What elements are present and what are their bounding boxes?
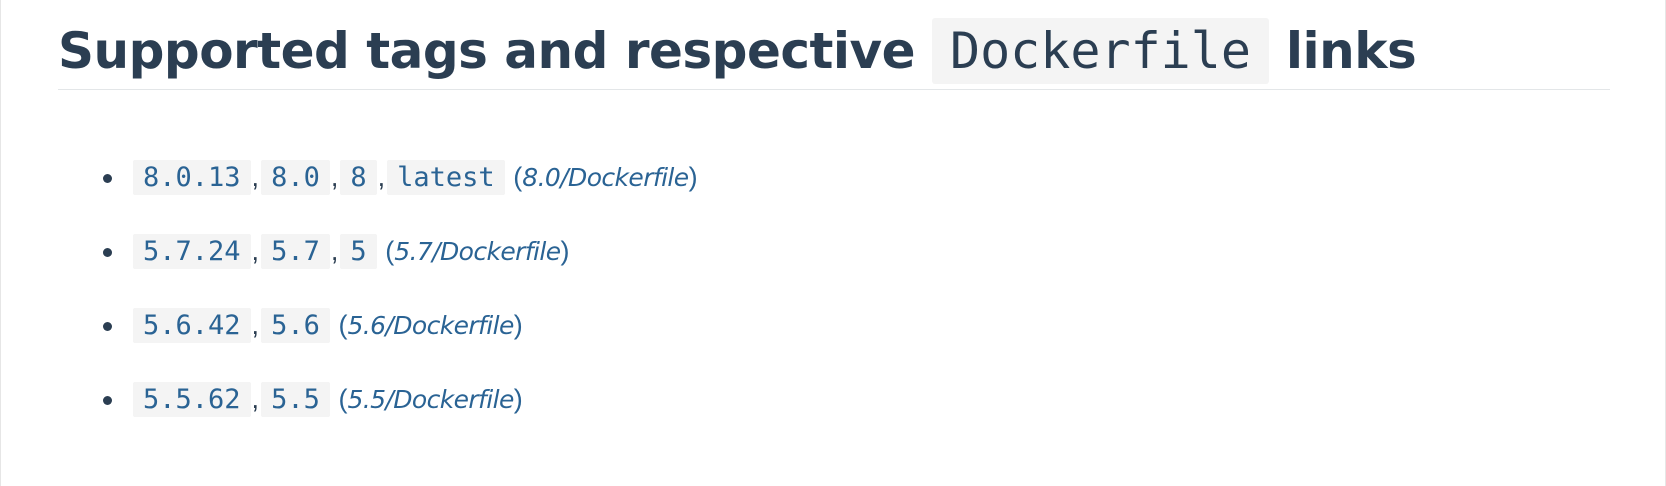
tag-code: 8.0 <box>261 160 330 195</box>
tag-separator: , <box>251 384 260 414</box>
tag-link[interactable]: 5.5.62 <box>133 382 251 417</box>
heading-code: Dockerfile <box>931 18 1269 84</box>
tag-code: 5.5.62 <box>133 382 251 417</box>
paren-open: ( <box>513 162 523 192</box>
heading-text-after: links <box>1269 22 1417 80</box>
page-frame: Supported tags and respective Dockerfile… <box>0 0 1666 486</box>
section-heading: Supported tags and respective Dockerfile… <box>58 0 1610 90</box>
tag-code: 5 <box>340 234 377 269</box>
tag-link[interactable]: 8.0.13 <box>133 160 251 195</box>
tag-separator: , <box>330 236 339 266</box>
heading-text-before: Supported tags and respective <box>58 22 932 80</box>
tag-link[interactable]: latest <box>387 160 505 195</box>
tag-separator: , <box>377 162 386 192</box>
tag-list-item: 5.7.24, 5.7, 5 (5.7/Dockerfile) <box>103 232 698 306</box>
tag-link[interactable]: 5 <box>340 234 377 269</box>
dockerfile-link[interactable]: 5.5/Dockerfile <box>347 385 514 414</box>
tag-code: 5.7.24 <box>133 234 251 269</box>
tag-link[interactable]: 8.0 <box>261 160 330 195</box>
paren-open: ( <box>385 236 395 266</box>
tag-link[interactable]: 5.6 <box>261 308 330 343</box>
bullet-icon <box>103 174 112 183</box>
dockerfile-link[interactable]: 5.7/Dockerfile <box>394 237 561 266</box>
dockerfile-link[interactable]: 5.6/Dockerfile <box>347 311 514 340</box>
tag-list-item: 8.0.13, 8.0, 8, latest (8.0/Dockerfile) <box>103 158 698 232</box>
tag-separator: , <box>251 236 260 266</box>
tag-link[interactable]: 5.7 <box>261 234 330 269</box>
tag-code: 5.6.42 <box>133 308 251 343</box>
paren-close: ) <box>513 384 523 414</box>
bullet-icon <box>103 322 112 331</box>
tag-list-item: 5.6.42, 5.6 (5.6/Dockerfile) <box>103 306 698 380</box>
paren-close: ) <box>688 162 698 192</box>
paren-close: ) <box>560 236 570 266</box>
tag-code: 5.7 <box>261 234 330 269</box>
tag-link[interactable]: 5.7.24 <box>133 234 251 269</box>
dockerfile-link[interactable]: 8.0/Dockerfile <box>522 163 689 192</box>
bullet-icon <box>103 248 112 257</box>
tag-code: latest <box>387 160 505 195</box>
tag-separator: , <box>251 162 260 192</box>
bullet-icon <box>103 396 112 405</box>
tag-code: 5.6 <box>261 308 330 343</box>
tag-link[interactable]: 8 <box>340 160 377 195</box>
content-area: Supported tags and respective Dockerfile… <box>58 0 1610 417</box>
tag-code: 5.5 <box>261 382 330 417</box>
tag-link[interactable]: 5.6.42 <box>133 308 251 343</box>
tag-separator: , <box>330 162 339 192</box>
tag-code: 8 <box>340 160 377 195</box>
paren-close: ) <box>513 310 523 340</box>
tag-code: 8.0.13 <box>133 160 251 195</box>
tag-list: 8.0.13, 8.0, 8, latest (8.0/Dockerfile) 5.7.… <box>103 158 698 454</box>
tag-list-item: 5.5.62, 5.5 (5.5/Dockerfile) <box>103 380 698 454</box>
tag-separator: , <box>251 310 260 340</box>
tag-link[interactable]: 5.5 <box>261 382 330 417</box>
